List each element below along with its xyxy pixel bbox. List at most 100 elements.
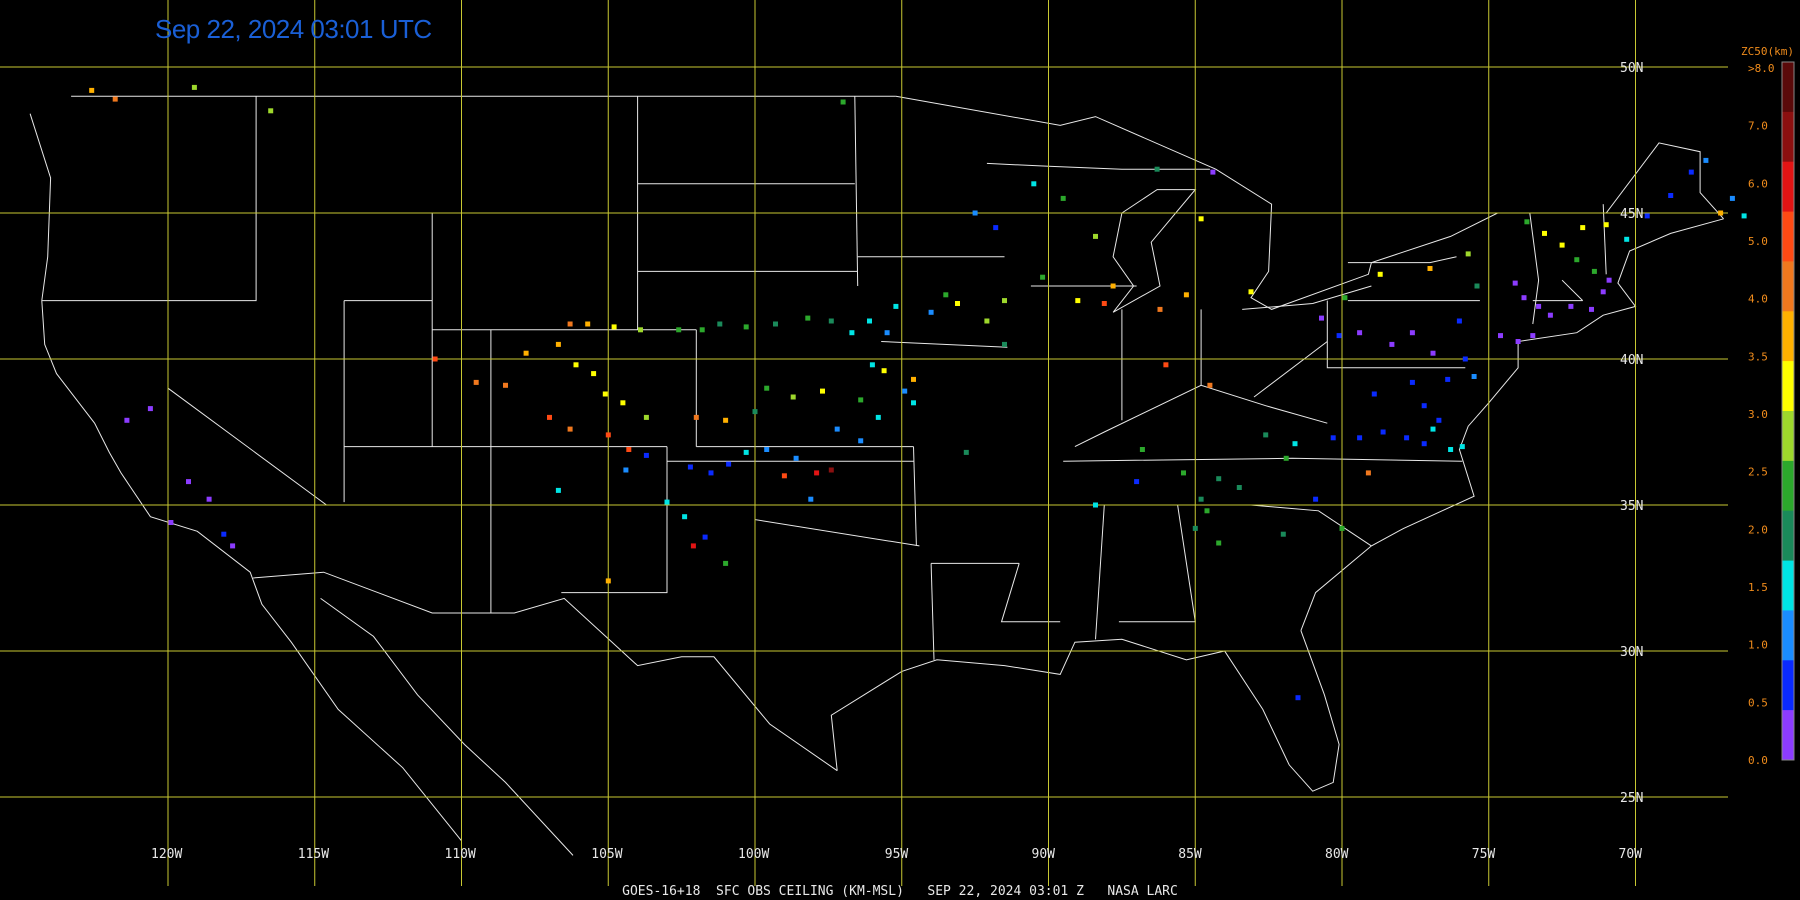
observation-marker: [1542, 230, 1547, 236]
ceiling-map: 120W 115W 110W 105W 100W 95W 90W 85W 80W 75W 70W 50…: [0, 0, 1800, 900]
lon-label: 90W: [1032, 847, 1056, 862]
observation-marker: [623, 467, 629, 473]
observation-marker: [764, 447, 770, 452]
observation-marker: [793, 455, 799, 461]
observation-marker: [1515, 339, 1521, 344]
observation-marker: [1574, 257, 1580, 263]
observation-marker: [112, 96, 118, 102]
observation-marker: [840, 99, 846, 105]
observation-marker: [1456, 318, 1462, 324]
map-title: Sep 22, 2024 03:01 UTC: [155, 14, 432, 44]
observation-marker: [555, 341, 561, 347]
observation-marker: [1530, 333, 1536, 339]
observation-marker: [1589, 306, 1594, 312]
observation-marker: [1498, 333, 1503, 339]
colorbar-swatch: [1782, 560, 1794, 611]
observation-marker: [230, 543, 236, 549]
colorbar-label: 5.0: [1748, 235, 1768, 248]
observation-marker: [1448, 447, 1454, 452]
observation-marker: [1216, 540, 1222, 546]
observation-marker: [1591, 268, 1597, 274]
observation-marker: [555, 487, 561, 493]
observation-marker: [1644, 213, 1650, 219]
observation-marker: [693, 414, 699, 420]
lat-label: 25N: [1620, 791, 1643, 806]
colorbar-label: 1.5: [1748, 581, 1768, 594]
observation-marker: [1198, 496, 1204, 502]
observation-marker: [585, 321, 591, 327]
observation-marker: [1163, 362, 1169, 368]
colorbar-label: 2.5: [1748, 466, 1768, 479]
observation-marker: [1536, 303, 1542, 309]
lat-label: 40N: [1620, 353, 1643, 368]
observation-marker: [1471, 374, 1477, 379]
observation-marker: [643, 452, 649, 458]
observation-marker: [1729, 195, 1735, 201]
lon-label: 70W: [1619, 847, 1643, 862]
lat-label: 35N: [1620, 499, 1643, 514]
observation-marker: [808, 496, 814, 502]
colorbar-label: 3.0: [1748, 408, 1768, 421]
observation-marker: [1031, 181, 1037, 187]
observation-marker: [1134, 479, 1140, 485]
colorbar-swatch: [1782, 161, 1794, 213]
observation-marker: [1248, 289, 1254, 295]
observation-marker: [884, 330, 890, 336]
lat-label: 50N: [1620, 61, 1643, 76]
observation-marker: [1409, 379, 1415, 385]
lat-label: 45N: [1620, 207, 1643, 222]
observation-marker: [147, 406, 153, 412]
colorbar-label: 0.5: [1748, 696, 1768, 709]
observation-marker: [191, 84, 197, 90]
colorbar-swatch: [1782, 62, 1794, 113]
observation-marker: [911, 376, 916, 382]
observation-marker: [1342, 295, 1348, 301]
observation-marker: [1445, 376, 1451, 382]
colorbar-label: >8.0: [1748, 62, 1775, 75]
observation-marker: [1040, 274, 1046, 280]
observation-marker: [503, 382, 508, 388]
colorbar-swatch: [1782, 411, 1794, 462]
observation-marker: [1110, 283, 1116, 289]
observation-marker: [268, 108, 274, 114]
observation-marker: [1600, 289, 1606, 295]
observation-marker: [993, 225, 999, 231]
observation-marker: [828, 467, 834, 473]
colorbar-swatch: [1782, 460, 1794, 512]
observation-marker: [602, 391, 608, 397]
observation-marker: [1183, 292, 1189, 298]
observation-marker: [867, 318, 872, 324]
observation-marker: [902, 388, 908, 394]
observation-marker: [626, 447, 632, 452]
lon-label: 95W: [885, 847, 909, 862]
observation-marker: [781, 473, 787, 479]
observation-marker: [1101, 301, 1107, 306]
observation-marker: [1313, 496, 1319, 502]
colorbar-swatch: [1782, 311, 1794, 362]
observation-marker: [547, 414, 552, 420]
observation-marker: [1459, 444, 1465, 450]
observation-marker: [605, 432, 611, 438]
observation-marker: [573, 362, 579, 368]
observation-marker: [723, 560, 729, 566]
observation-marker: [805, 315, 811, 321]
observation-marker: [643, 414, 649, 420]
observation-marker: [432, 356, 438, 362]
observation-marker: [943, 292, 949, 298]
colorbar-label: 0.0: [1748, 754, 1768, 767]
observation-marker: [764, 385, 770, 391]
observation-marker: [881, 368, 887, 374]
observation-marker: [1524, 219, 1530, 225]
observation-marker: [1741, 213, 1747, 219]
observation-marker: [1139, 447, 1145, 452]
observation-marker: [1371, 391, 1377, 397]
lon-label: 100W: [738, 847, 769, 862]
observation-marker: [1377, 271, 1383, 277]
observation-marker: [726, 461, 732, 467]
observation-marker: [676, 327, 682, 333]
colorbar-label: 2.0: [1748, 523, 1768, 536]
observation-marker: [1093, 502, 1098, 508]
observation-marker: [1236, 485, 1242, 490]
observation-marker: [723, 417, 729, 423]
observation-marker: [928, 309, 934, 315]
